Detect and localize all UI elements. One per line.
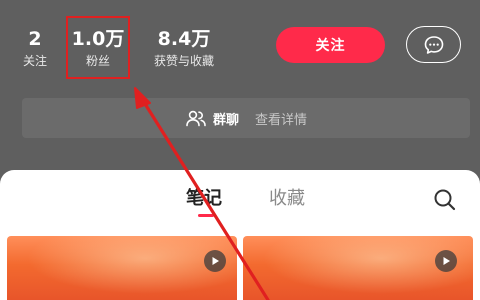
likes-label: 获赞与收藏 bbox=[153, 54, 214, 68]
chat-button[interactable] bbox=[406, 26, 461, 63]
content-panel: 笔记 收藏 bbox=[0, 170, 480, 300]
play-triangle bbox=[443, 257, 450, 265]
profile-screen: 2 关注 1.0万 粉丝 8.4万 获赞与收藏 关注 群聊 查看详情 笔记 收藏 bbox=[0, 0, 480, 300]
play-icon bbox=[204, 250, 226, 272]
annotation-highlight-box bbox=[66, 16, 130, 79]
search-button[interactable] bbox=[432, 187, 458, 213]
people-icon bbox=[186, 110, 206, 127]
following-label: 关注 bbox=[22, 54, 47, 68]
tab-notes[interactable]: 笔记 bbox=[186, 188, 222, 210]
group-chat-label: 群聊 bbox=[212, 112, 239, 128]
thumbnail-glow bbox=[7, 236, 237, 300]
chat-bubble-icon bbox=[424, 35, 443, 54]
stat-likes-and-collects[interactable]: 8.4万 获赞与收藏 bbox=[142, 28, 226, 69]
active-tab-indicator bbox=[198, 214, 214, 217]
group-chat-bar[interactable]: 群聊 查看详情 bbox=[22, 98, 470, 138]
following-count: 2 bbox=[28, 28, 42, 50]
search-icon bbox=[434, 189, 456, 211]
note-card-thumbnail[interactable] bbox=[243, 236, 473, 300]
tab-collections[interactable]: 收藏 bbox=[269, 188, 305, 210]
group-chat-detail-link[interactable]: 查看详情 bbox=[255, 109, 307, 128]
note-card-thumbnail[interactable] bbox=[7, 236, 237, 300]
likes-count: 8.4万 bbox=[157, 28, 211, 50]
follow-button[interactable]: 关注 bbox=[276, 27, 385, 63]
play-triangle bbox=[212, 257, 219, 265]
play-icon bbox=[435, 250, 457, 272]
stat-following[interactable]: 2 关注 bbox=[14, 28, 56, 69]
